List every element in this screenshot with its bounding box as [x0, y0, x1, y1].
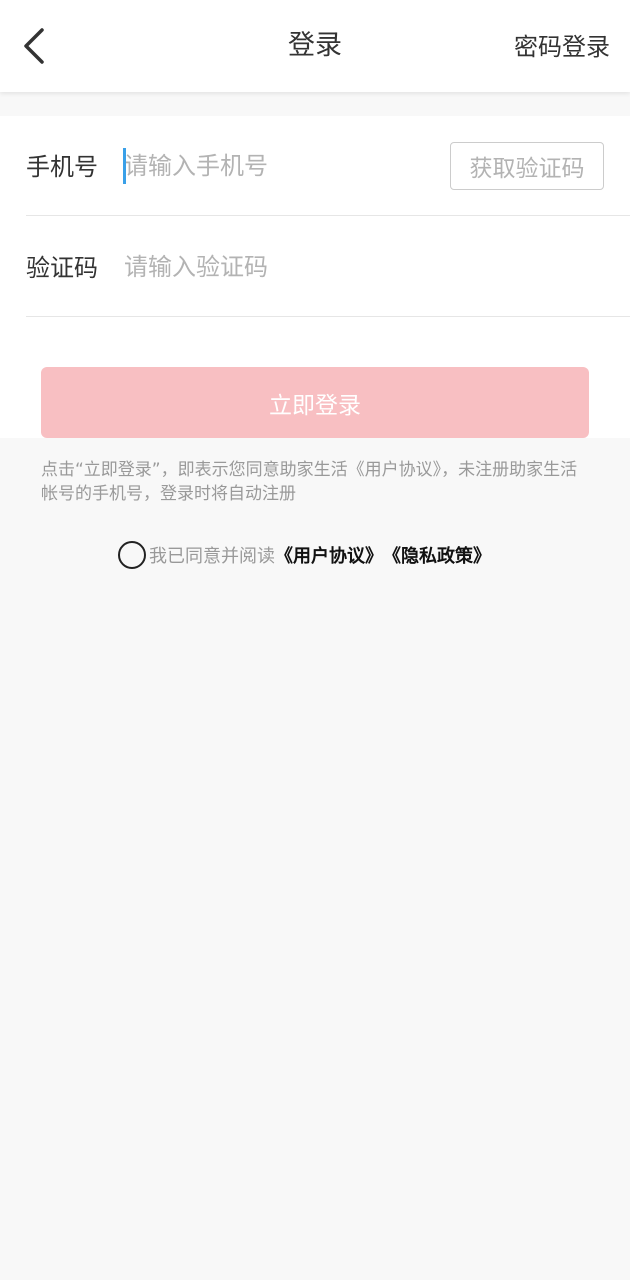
text-caret [123, 148, 126, 184]
code-input[interactable] [124, 247, 414, 287]
agreement-row: 我已同意并阅读 《用户协议》 《隐私政策》 [118, 540, 491, 570]
top-navbar: 登录 密码登录 [0, 0, 630, 92]
privacy-policy-link[interactable]: 《隐私政策》 [383, 542, 491, 568]
get-code-button[interactable]: 获取验证码 [450, 142, 604, 190]
code-label: 验证码 [26, 254, 98, 282]
user-agreement-link[interactable]: 《用户协议》 [275, 542, 383, 568]
agreement-radio[interactable] [118, 541, 146, 569]
agreement-prefix: 我已同意并阅读 [149, 546, 275, 567]
password-login-link[interactable]: 密码登录 [514, 30, 610, 64]
code-row: 验证码 [26, 217, 630, 317]
phone-row: 手机号 获取验证码 [26, 116, 630, 216]
login-notice: 点击“立即登录”，即表示您同意助家生活《用户协议》，未注册助家生活帐号的手机号，… [41, 460, 578, 504]
phone-label: 手机号 [26, 153, 98, 181]
phone-input[interactable] [124, 146, 414, 186]
login-button[interactable]: 立即登录 [41, 367, 589, 438]
